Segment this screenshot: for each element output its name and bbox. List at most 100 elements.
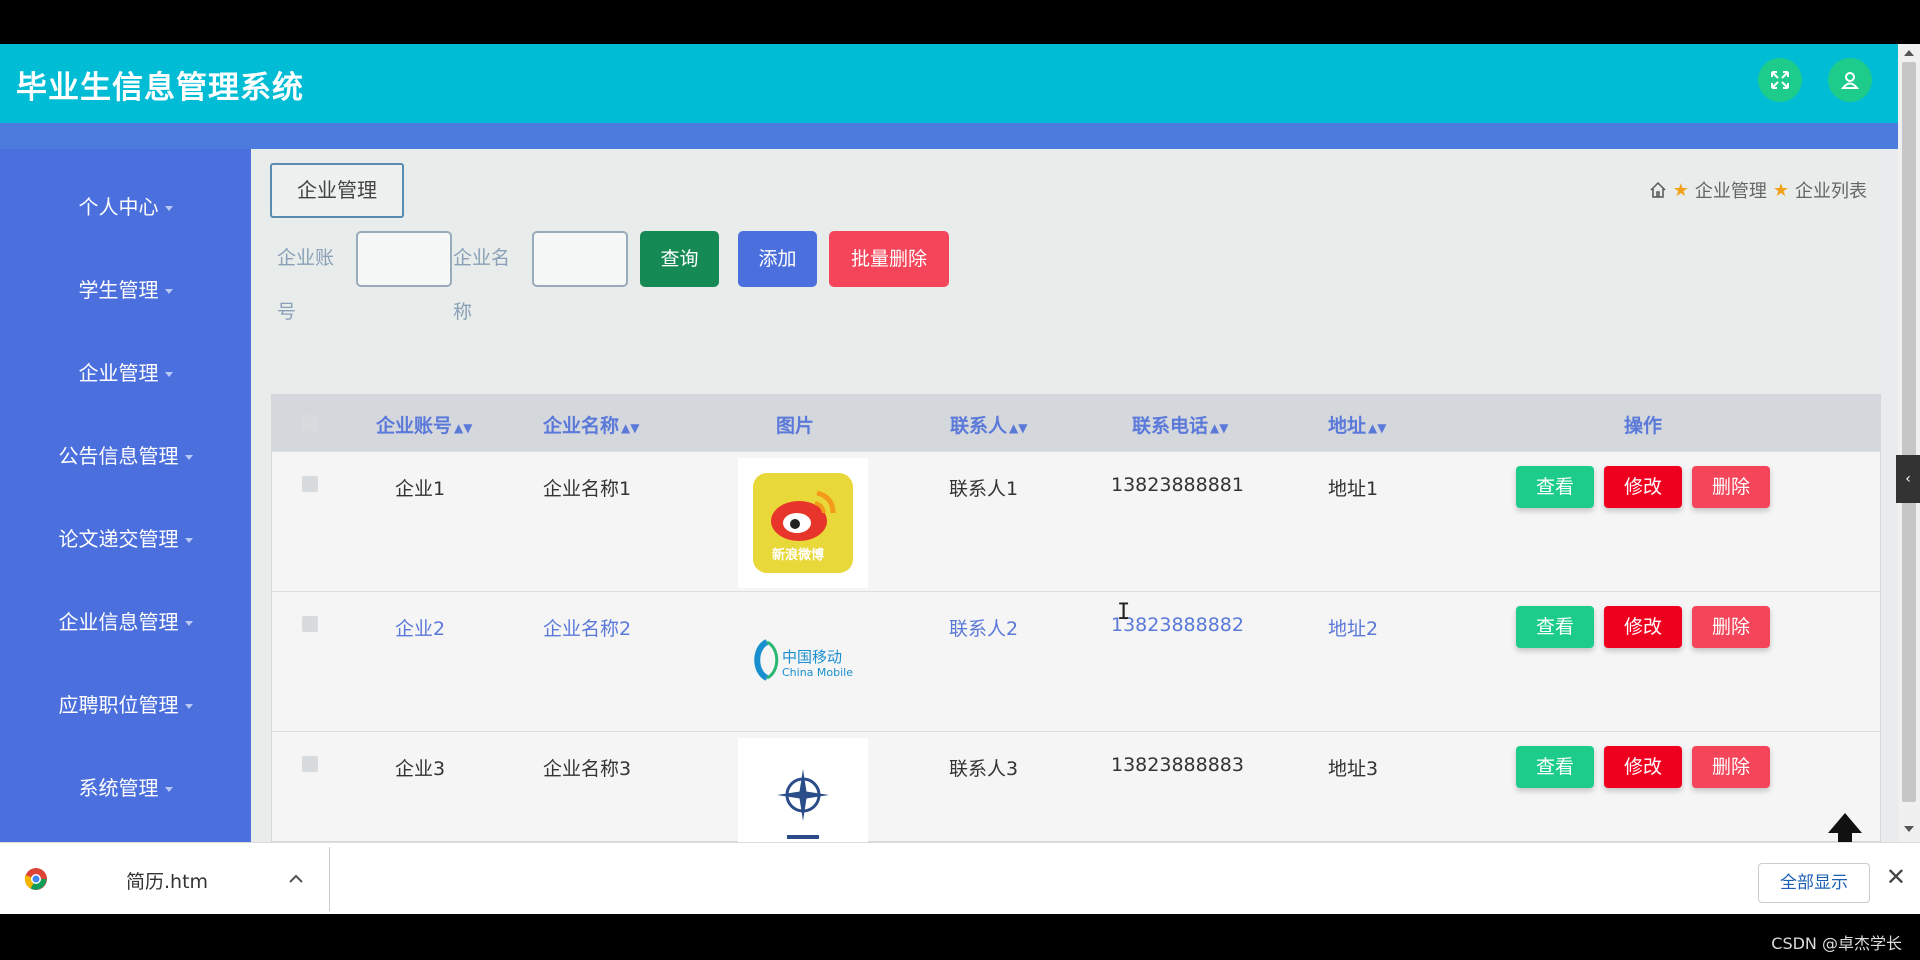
delete-button[interactable]: 删除 <box>1692 746 1770 788</box>
company-table: 企业账号 ▲▼ 企业名称 ▲▼ 图片 联系人 ▲▼ 联系电话 ▲▼ 地址 ▲▼ 操作 企业… <box>271 394 1881 842</box>
sort-icon: ▲▼ <box>1368 421 1387 435</box>
select-all-checkbox[interactable] <box>302 415 318 431</box>
china-mobile-logo-image <box>754 639 779 681</box>
sidebar-item-companies[interactable]: 企业管理 <box>0 353 251 393</box>
cell-phone: 13823888881 <box>1111 474 1244 496</box>
caret-down-icon <box>164 206 173 211</box>
account-label: 企业账号 <box>277 247 335 323</box>
sidebar-item-students[interactable]: 学生管理 <box>0 270 251 310</box>
sidebar-item-label: 应聘职位管理 <box>58 693 179 717</box>
account-input[interactable] <box>356 231 452 287</box>
fullscreen-button[interactable] <box>1758 58 1802 102</box>
cell-account: 企业3 <box>395 758 446 780</box>
caret-down-icon <box>164 289 173 294</box>
view-button[interactable]: 查看 <box>1516 746 1594 788</box>
header-label: 企业名称 <box>543 415 620 437</box>
collapse-panel-button[interactable]: ‹ <box>1896 455 1920 503</box>
table-header: 企业账号 ▲▼ 企业名称 ▲▼ 图片 联系人 ▲▼ 联系电话 ▲▼ 地址 ▲▼ 操作 <box>272 395 1880 451</box>
sidebar-item-company-info[interactable]: 企业信息管理 <box>0 602 251 642</box>
batch-delete-button[interactable]: 批量删除 <box>829 231 949 287</box>
sidebar-item-positions[interactable]: 应聘职位管理 <box>0 685 251 725</box>
sort-icon: ▲▼ <box>621 421 640 435</box>
view-button[interactable]: 查看 <box>1516 466 1594 508</box>
download-filename[interactable]: 简历.htm <box>126 867 208 894</box>
vertical-scrollbar[interactable] <box>1898 44 1920 842</box>
row-checkbox[interactable] <box>302 756 318 772</box>
caret-down-icon <box>164 787 173 792</box>
user-icon <box>1840 72 1860 89</box>
sidebar-item-personal-center[interactable]: 个人中心 <box>0 187 251 227</box>
scroll-up-icon[interactable] <box>1904 50 1914 56</box>
caret-down-icon <box>184 621 193 626</box>
cell-contact: 联系人1 <box>949 478 1019 500</box>
top-bar: 毕业生信息管理系统 <box>0 44 1898 123</box>
row-checkbox[interactable] <box>302 476 318 492</box>
header-label: 联系人 <box>950 415 1008 437</box>
query-button[interactable]: 查询 <box>640 231 719 287</box>
header-label: 地址 <box>1328 415 1367 437</box>
china-mobile-cn-text: 中国移动 <box>782 648 843 666</box>
delete-button[interactable]: 删除 <box>1692 606 1770 648</box>
screen-frame: 毕业生信息管理系统 个人中心 学生管理 企业管理 公告信息管理 论文递交管理 企… <box>0 0 1920 960</box>
cell-phone: 13823888883 <box>1111 754 1244 776</box>
sidebar-item-thesis[interactable]: 论文递交管理 <box>0 519 251 559</box>
header-phone[interactable]: 联系电话 ▲▼ <box>1132 411 1228 438</box>
scroll-down-icon[interactable] <box>1904 826 1914 832</box>
name-label: 企业名称 <box>453 247 511 323</box>
cell-phone: 13823888882 <box>1111 614 1244 636</box>
header-name[interactable]: 企业名称 ▲▼ <box>543 411 639 438</box>
main-content: 企业管理 ★ 企业管理 ★ 企业列表 企业账号 企业名称 查询 添加 批量删除 … <box>251 149 1881 842</box>
company-image: 新浪微博 <box>738 458 868 588</box>
cell-name: 企业名称2 <box>543 618 632 640</box>
breadcrumb-level1[interactable]: 企业管理 <box>1695 177 1767 203</box>
back-to-top-icon[interactable] <box>1822 809 1868 842</box>
sidebar-item-system[interactable]: 系统管理 <box>0 768 251 808</box>
sidebar-item-label: 公告信息管理 <box>58 444 179 468</box>
caret-down-icon <box>184 455 193 460</box>
cell-name: 企业名称3 <box>543 758 632 780</box>
company-image: 中国移动 China Mobile <box>738 598 868 728</box>
edit-button[interactable]: 修改 <box>1604 466 1682 508</box>
row-checkbox[interactable] <box>302 616 318 632</box>
app-title: 毕业生信息管理系统 <box>16 70 304 106</box>
breadcrumb-level2: 企业列表 <box>1795 181 1867 202</box>
header-image: 图片 <box>776 415 815 437</box>
name-input[interactable] <box>532 231 628 287</box>
sidebar-item-label: 系统管理 <box>78 776 159 800</box>
cell-contact: 联系人3 <box>949 758 1019 780</box>
compass-logo-image <box>777 769 829 839</box>
delete-button[interactable]: 删除 <box>1692 466 1770 508</box>
weibo-text: 新浪微博 <box>772 548 825 563</box>
user-button[interactable] <box>1828 58 1872 102</box>
app-window: 毕业生信息管理系统 个人中心 学生管理 企业管理 公告信息管理 论文递交管理 企… <box>0 44 1898 842</box>
close-icon[interactable]: ✕ <box>1886 863 1906 891</box>
sort-icon: ▲▼ <box>454 421 473 435</box>
cell-address: 地址1 <box>1328 478 1379 500</box>
header-strip <box>0 123 1898 149</box>
view-button[interactable]: 查看 <box>1516 606 1594 648</box>
cell-name: 企业名称1 <box>543 478 632 500</box>
sidebar-item-label: 企业信息管理 <box>58 610 179 634</box>
chevron-up-icon[interactable] <box>288 871 304 887</box>
header-account[interactable]: 企业账号 ▲▼ <box>376 411 472 438</box>
show-all-button[interactable]: 全部显示 <box>1758 863 1870 903</box>
header-label: 联系电话 <box>1132 415 1209 437</box>
text-cursor-icon: I <box>1117 600 1131 625</box>
add-button[interactable]: 添加 <box>738 231 817 287</box>
divider <box>329 847 330 911</box>
header-address[interactable]: 地址 ▲▼ <box>1328 411 1386 438</box>
sort-icon: ▲▼ <box>1210 421 1229 435</box>
sidebar-item-announcements[interactable]: 公告信息管理 <box>0 436 251 476</box>
star-icon: ★ <box>1672 179 1689 201</box>
edit-button[interactable]: 修改 <box>1604 606 1682 648</box>
caret-down-icon <box>164 372 173 377</box>
chevron-left-icon: ‹ <box>1905 471 1911 487</box>
header-contact[interactable]: 联系人 ▲▼ <box>950 411 1027 438</box>
expand-icon <box>1771 71 1789 89</box>
sidebar-item-label: 个人中心 <box>78 195 159 219</box>
china-mobile-en-text: China Mobile <box>782 666 854 679</box>
cell-address: 地址3 <box>1328 758 1379 780</box>
edit-button[interactable]: 修改 <box>1604 746 1682 788</box>
home-icon[interactable] <box>1649 181 1667 199</box>
scrollbar-thumb[interactable] <box>1902 62 1916 802</box>
